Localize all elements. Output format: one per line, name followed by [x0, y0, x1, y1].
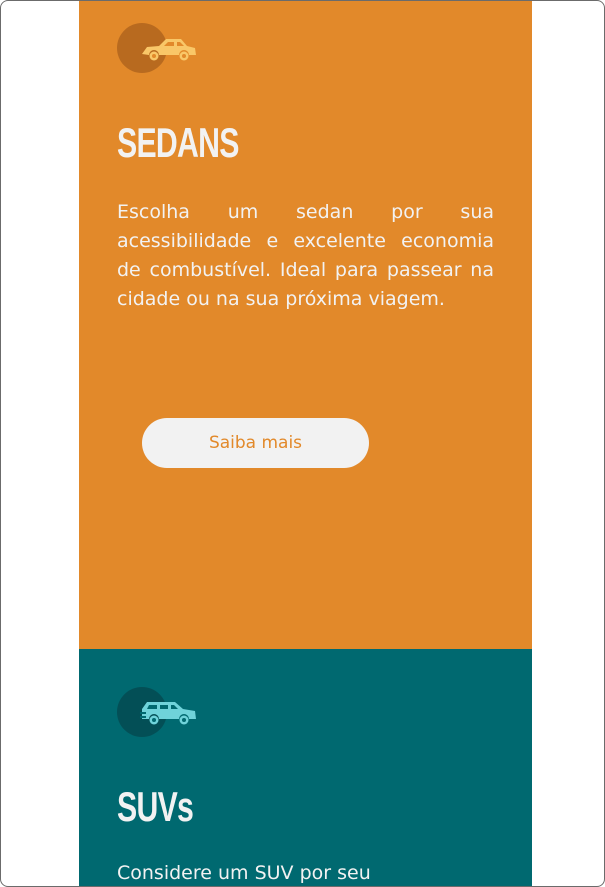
page-frame: SEDANS Escolha um sedan por sua acessibi…	[0, 0, 605, 887]
sedan-title: SEDANS	[117, 119, 239, 166]
sedan-icon-badge	[117, 23, 199, 75]
suv-description: Considere um SUV por seu	[117, 862, 371, 884]
sedan-description: Escolha um sedan por sua acessibilidade …	[117, 201, 494, 310]
saiba-mais-button[interactable]: Saiba mais	[142, 418, 369, 468]
suv-card: SUVs Considere um SUV por seu	[79, 649, 532, 886]
sedan-card: SEDANS Escolha um sedan por sua acessibi…	[79, 1, 532, 649]
suv-icon-badge	[117, 687, 199, 739]
suv-car-icon	[140, 702, 196, 725]
suv-title: SUVs	[117, 783, 194, 830]
sedan-car-icon	[142, 39, 196, 61]
cards-column: SEDANS Escolha um sedan por sua acessibi…	[79, 1, 532, 886]
